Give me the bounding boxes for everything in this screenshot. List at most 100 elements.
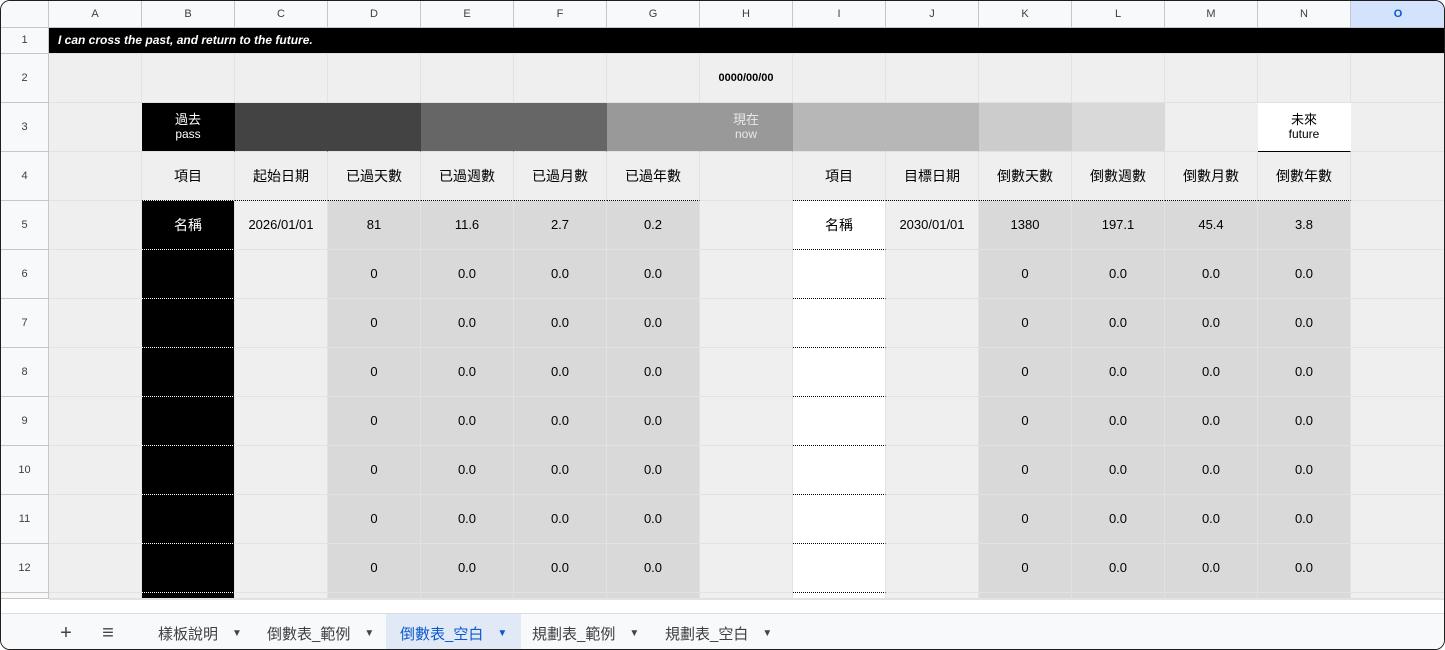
cell-h4[interactable] bbox=[700, 152, 793, 201]
sheet-tab-countdown-blank[interactable]: 倒數表_空白 ▼ bbox=[386, 614, 522, 649]
today-date-cell[interactable]: 0000/00/00 bbox=[700, 54, 793, 103]
column-header-h[interactable]: H bbox=[700, 1, 793, 28]
cell-b2[interactable] bbox=[142, 54, 235, 103]
cell-a2[interactable] bbox=[49, 54, 142, 103]
cell-o4[interactable] bbox=[1351, 152, 1444, 201]
future-value-cell[interactable]: 0.0 bbox=[1165, 544, 1258, 593]
sheet-tab-template-guide[interactable]: 樣板說明 ▼ bbox=[144, 614, 256, 649]
future-value-cell[interactable]: 0 bbox=[979, 348, 1072, 397]
past-header-1[interactable]: 起始日期 bbox=[235, 152, 328, 201]
cell-c9[interactable] bbox=[235, 397, 328, 446]
caret-down-icon[interactable]: ▼ bbox=[762, 628, 772, 639]
cell-g3[interactable] bbox=[607, 103, 700, 152]
past-header-3[interactable]: 已過週數 bbox=[421, 152, 514, 201]
cell-a8[interactable] bbox=[49, 348, 142, 397]
cell-j10[interactable] bbox=[886, 446, 979, 495]
future-value-cell[interactable]: 0.0 bbox=[1072, 495, 1165, 544]
future-example-1[interactable]: 2030/01/01 bbox=[886, 201, 979, 250]
caret-down-icon[interactable]: ▼ bbox=[364, 628, 374, 639]
column-header-d[interactable]: D bbox=[328, 1, 421, 28]
cell-o8[interactable] bbox=[1351, 348, 1444, 397]
future-value-cell[interactable]: 0.0 bbox=[1258, 397, 1351, 446]
cell-o6[interactable] bbox=[1351, 250, 1444, 299]
row-header-6[interactable]: 6 bbox=[1, 250, 49, 299]
past-value-cell[interactable]: 0.0 bbox=[421, 544, 514, 593]
future-value-cell[interactable]: 0.0 bbox=[1072, 544, 1165, 593]
row-header-8[interactable]: 8 bbox=[1, 348, 49, 397]
row-header-11[interactable]: 11 bbox=[1, 495, 49, 544]
past-value-cell[interactable]: 0.0 bbox=[607, 397, 700, 446]
future-value-cell[interactable]: 0.0 bbox=[1258, 544, 1351, 593]
cell-h9[interactable] bbox=[700, 397, 793, 446]
past-value-cell[interactable]: 0.0 bbox=[421, 446, 514, 495]
cell-b12[interactable] bbox=[142, 544, 235, 593]
cell-i8[interactable] bbox=[793, 348, 886, 397]
future-example-0[interactable]: 名稱 bbox=[793, 201, 886, 250]
past-header-0[interactable]: 項目 bbox=[142, 152, 235, 201]
cell-e2[interactable] bbox=[421, 54, 514, 103]
past-example-2[interactable]: 81 bbox=[328, 201, 421, 250]
column-header-i[interactable]: I bbox=[793, 1, 886, 28]
cell-i10[interactable] bbox=[793, 446, 886, 495]
past-value-cell[interactable]: 0.0 bbox=[607, 348, 700, 397]
row-header-7[interactable]: 7 bbox=[1, 299, 49, 348]
cell-c2[interactable] bbox=[235, 54, 328, 103]
cell-o2[interactable] bbox=[1351, 54, 1444, 103]
column-header-f[interactable]: F bbox=[514, 1, 607, 28]
column-header-m[interactable]: M bbox=[1165, 1, 1258, 28]
past-value-cell[interactable]: 0 bbox=[328, 446, 421, 495]
future-value-cell[interactable]: 0.0 bbox=[1258, 250, 1351, 299]
column-header-l[interactable]: L bbox=[1072, 1, 1165, 28]
cell-h10[interactable] bbox=[700, 446, 793, 495]
cell-a9[interactable] bbox=[49, 397, 142, 446]
cell-c12[interactable] bbox=[235, 544, 328, 593]
past-value-cell[interactable]: 0.0 bbox=[421, 348, 514, 397]
cell-a10[interactable] bbox=[49, 446, 142, 495]
cell-o11[interactable] bbox=[1351, 495, 1444, 544]
future-value-cell[interactable]: 0.0 bbox=[1165, 250, 1258, 299]
future-value-cell[interactable]: 0.0 bbox=[1072, 397, 1165, 446]
cell-j7[interactable] bbox=[886, 299, 979, 348]
cell-o12[interactable] bbox=[1351, 544, 1444, 593]
past-value-cell[interactable]: 0.0 bbox=[514, 495, 607, 544]
cell-i11[interactable] bbox=[793, 495, 886, 544]
future-header-2[interactable]: 倒數天數 bbox=[979, 152, 1072, 201]
past-header-5[interactable]: 已過年數 bbox=[607, 152, 700, 201]
column-header-o[interactable]: O bbox=[1351, 1, 1444, 28]
past-value-cell[interactable]: 0.0 bbox=[514, 250, 607, 299]
cell-a6[interactable] bbox=[49, 250, 142, 299]
row-header-2[interactable]: 2 bbox=[1, 54, 49, 103]
caret-down-icon[interactable]: ▼ bbox=[232, 628, 242, 639]
column-header-g[interactable]: G bbox=[607, 1, 700, 28]
past-value-cell[interactable]: 0.0 bbox=[421, 299, 514, 348]
future-value-cell[interactable]: 0.0 bbox=[1072, 299, 1165, 348]
past-value-cell[interactable]: 0 bbox=[328, 544, 421, 593]
past-value-cell[interactable]: 0.0 bbox=[607, 544, 700, 593]
cell-k3[interactable] bbox=[979, 103, 1072, 152]
cell-a4[interactable] bbox=[49, 152, 142, 201]
future-value-cell[interactable]: 0 bbox=[979, 544, 1072, 593]
cell-d3[interactable] bbox=[328, 103, 421, 152]
sheet-tab-countdown-example[interactable]: 倒數表_範例 ▼ bbox=[253, 614, 388, 649]
past-value-cell[interactable]: 0.0 bbox=[421, 495, 514, 544]
cell-i9[interactable] bbox=[793, 397, 886, 446]
cell-j6[interactable] bbox=[886, 250, 979, 299]
cell-h5[interactable] bbox=[700, 201, 793, 250]
past-example-5[interactable]: 0.2 bbox=[607, 201, 700, 250]
past-example-1[interactable]: 2026/01/01 bbox=[235, 201, 328, 250]
sheet-tab-planner-example[interactable]: 規劃表_範例 ▼ bbox=[518, 614, 653, 649]
add-sheet-button[interactable]: + bbox=[51, 614, 81, 649]
future-value-cell[interactable]: 0.0 bbox=[1165, 446, 1258, 495]
cell-o5[interactable] bbox=[1351, 201, 1444, 250]
cell-o10[interactable] bbox=[1351, 446, 1444, 495]
cell-c8[interactable] bbox=[235, 348, 328, 397]
cell-o7[interactable] bbox=[1351, 299, 1444, 348]
banner-cell[interactable]: I can cross the past, and return to the … bbox=[49, 28, 1444, 54]
column-header-a[interactable]: A bbox=[49, 1, 142, 28]
future-header-3[interactable]: 倒數週數 bbox=[1072, 152, 1165, 201]
cell-c10[interactable] bbox=[235, 446, 328, 495]
future-header-4[interactable]: 倒數月數 bbox=[1165, 152, 1258, 201]
sheet-tab-planner-blank[interactable]: 規劃表_空白 ▼ bbox=[651, 614, 786, 649]
future-value-cell[interactable]: 0 bbox=[979, 250, 1072, 299]
cell-j12[interactable] bbox=[886, 544, 979, 593]
